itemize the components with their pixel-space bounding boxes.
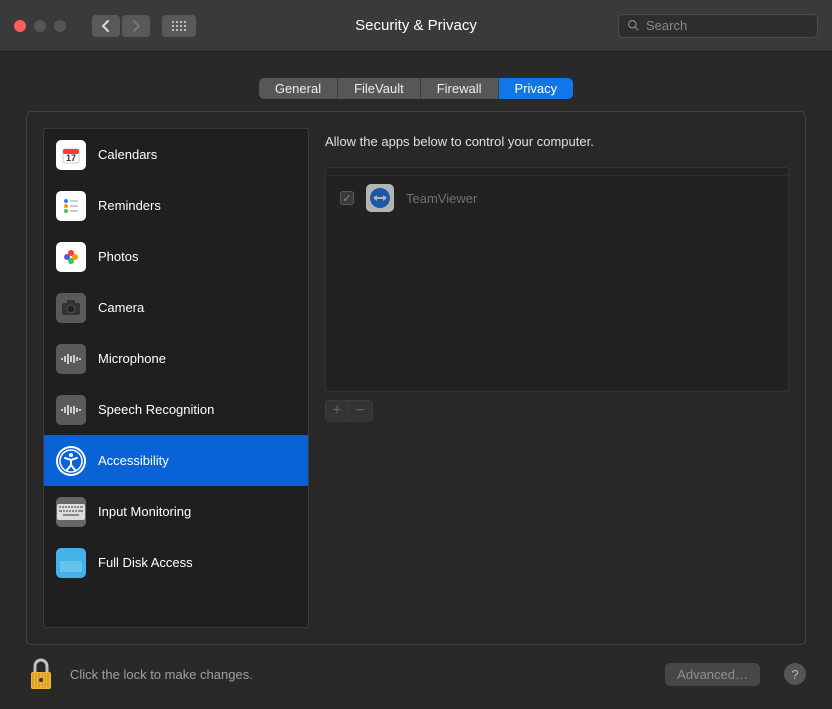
sidebar-item-microphone[interactable]: Microphone bbox=[44, 333, 308, 384]
photos-icon bbox=[56, 242, 86, 272]
app-list[interactable]: TeamViewer bbox=[325, 167, 789, 392]
sidebar[interactable]: 17 Calendars Reminders Photos bbox=[43, 128, 309, 628]
sidebar-item-accessibility[interactable]: Accessibility bbox=[44, 435, 308, 486]
sidebar-item-label: Accessibility bbox=[98, 453, 169, 468]
window-title: Security & Privacy bbox=[355, 17, 477, 34]
tabs: General FileVault Firewall Privacy bbox=[259, 78, 573, 99]
sidebar-item-speech[interactable]: Speech Recognition bbox=[44, 384, 308, 435]
calendar-icon: 17 bbox=[56, 140, 86, 170]
description: Allow the apps below to control your com… bbox=[325, 128, 789, 167]
sidebar-item-photos[interactable]: Photos bbox=[44, 231, 308, 282]
close-window-button[interactable] bbox=[14, 20, 26, 32]
keyboard-icon bbox=[56, 497, 86, 527]
show-all-button[interactable] bbox=[162, 15, 196, 37]
content: General FileVault Firewall Privacy 17 Ca… bbox=[0, 52, 832, 709]
teamviewer-icon bbox=[366, 184, 394, 212]
camera-icon bbox=[56, 293, 86, 323]
disk-icon bbox=[56, 548, 86, 578]
minus-icon: − bbox=[356, 402, 365, 420]
titlebar: Security & Privacy bbox=[0, 0, 832, 52]
footer: Click the lock to make changes. Advanced… bbox=[0, 645, 832, 703]
accessibility-icon bbox=[56, 446, 86, 476]
sidebar-item-full-disk-access[interactable]: Full Disk Access bbox=[44, 537, 308, 588]
reminders-icon bbox=[56, 191, 86, 221]
add-remove-buttons: + − bbox=[325, 400, 789, 422]
tab-privacy[interactable]: Privacy bbox=[499, 78, 574, 99]
traffic-lights bbox=[14, 20, 66, 32]
maximize-window-button[interactable] bbox=[54, 20, 66, 32]
sidebar-item-calendars[interactable]: 17 Calendars bbox=[44, 129, 308, 180]
grid-icon bbox=[172, 21, 186, 31]
remove-button[interactable]: − bbox=[349, 400, 373, 422]
sidebar-item-label: Camera bbox=[98, 300, 144, 315]
right-panel: Allow the apps below to control your com… bbox=[325, 128, 789, 628]
svg-text:17: 17 bbox=[66, 153, 76, 163]
help-icon: ? bbox=[791, 667, 798, 682]
plus-icon: + bbox=[332, 402, 341, 420]
list-header-stub bbox=[326, 168, 788, 176]
search-input[interactable] bbox=[646, 18, 809, 33]
nav-buttons bbox=[92, 15, 150, 37]
sidebar-item-label: Microphone bbox=[98, 351, 166, 366]
sidebar-item-input-monitoring[interactable]: Input Monitoring bbox=[44, 486, 308, 537]
sidebar-item-label: Reminders bbox=[98, 198, 161, 213]
sidebar-item-reminders[interactable]: Reminders bbox=[44, 180, 308, 231]
advanced-button[interactable]: Advanced… bbox=[665, 663, 760, 686]
search-box[interactable] bbox=[618, 14, 818, 38]
chevron-right-icon bbox=[131, 20, 141, 32]
search-icon bbox=[627, 19, 640, 32]
sidebar-item-label: Photos bbox=[98, 249, 138, 264]
panel: 17 Calendars Reminders Photos bbox=[26, 111, 806, 645]
add-button[interactable]: + bbox=[325, 400, 349, 422]
minimize-window-button[interactable] bbox=[34, 20, 46, 32]
help-button[interactable]: ? bbox=[784, 663, 806, 685]
sidebar-item-label: Speech Recognition bbox=[98, 402, 214, 417]
speech-icon bbox=[56, 395, 86, 425]
back-button[interactable] bbox=[92, 15, 120, 37]
app-name: TeamViewer bbox=[406, 191, 477, 206]
lock-text: Click the lock to make changes. bbox=[70, 667, 253, 682]
app-row[interactable]: TeamViewer bbox=[326, 176, 788, 220]
tab-firewall[interactable]: Firewall bbox=[421, 78, 499, 99]
sidebar-item-label: Full Disk Access bbox=[98, 555, 193, 570]
tab-filevault[interactable]: FileVault bbox=[338, 78, 421, 99]
app-checkbox[interactable] bbox=[340, 191, 354, 205]
sidebar-item-camera[interactable]: Camera bbox=[44, 282, 308, 333]
lock-icon[interactable] bbox=[26, 657, 56, 691]
forward-button[interactable] bbox=[122, 15, 150, 37]
sidebar-item-label: Calendars bbox=[98, 147, 157, 162]
tabs-row: General FileVault Firewall Privacy bbox=[0, 52, 832, 111]
tab-general[interactable]: General bbox=[259, 78, 338, 99]
sidebar-item-label: Input Monitoring bbox=[98, 504, 191, 519]
chevron-left-icon bbox=[101, 20, 111, 32]
microphone-icon bbox=[56, 344, 86, 374]
